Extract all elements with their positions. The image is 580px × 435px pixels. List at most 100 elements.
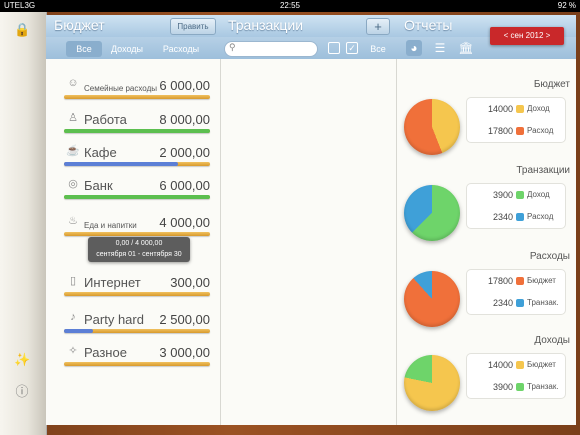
tab-income[interactable]: Доходы	[104, 41, 150, 57]
legend-value: 3900	[492, 382, 513, 392]
list-icon[interactable]: ☰	[432, 40, 448, 56]
cake-icon: ♨	[68, 215, 78, 227]
budget-progress-bar	[64, 292, 210, 296]
budget-progress-bar	[64, 162, 210, 166]
legend-label: Бюджет	[527, 276, 556, 285]
status-bar: UTEL3G 22:55 92 %	[0, 0, 580, 12]
budget-row[interactable]: ♨ Еда и напитки 4 000,00	[64, 210, 210, 240]
legend-value: 14000	[487, 104, 513, 114]
legend-swatch	[516, 361, 524, 369]
tooltip-period: сентября 01 - сентября 30	[96, 251, 182, 258]
transactions-column: Транзакции + ⚲ ✓ Все	[220, 15, 397, 425]
report-legend: 14000 Доход 17800 Расход	[466, 97, 566, 143]
tooltip-amount: 0,00 / 4 000,00	[115, 240, 163, 247]
family-icon: ☺	[67, 77, 79, 89]
period-selector[interactable]: < сен 2012 >	[490, 27, 564, 45]
budget-row[interactable]: ▯ Интернет 300,00	[64, 270, 210, 300]
edit-button[interactable]: Править	[170, 18, 216, 35]
magic-wand-icon[interactable]: ✨	[14, 352, 30, 368]
report-section-title: Бюджет	[533, 79, 570, 90]
budget-item-name: Работа	[84, 112, 127, 127]
legend-value: 3900	[492, 190, 513, 200]
legend-label: Бюджет	[527, 360, 556, 369]
add-transaction-button[interactable]: +	[366, 18, 390, 35]
legend-value: 2340	[492, 298, 513, 308]
budget-item-name: Банк	[84, 178, 113, 193]
budget-item-amount: 6 000,00	[159, 78, 210, 93]
tab-expenses[interactable]: Расходы	[154, 41, 208, 57]
legend-row: 3900 Транзак.	[467, 377, 565, 397]
budget-item-amount: 2 500,00	[159, 312, 210, 327]
tab-all[interactable]: Все	[66, 41, 102, 57]
budget-row[interactable]: ✧ Разное 3 000,00	[64, 340, 210, 370]
legend-value: 17800	[487, 126, 513, 136]
transactions-filter-bar: ⚲ ✓ Все	[220, 37, 396, 59]
legend-row: 3900 Доход	[467, 185, 565, 205]
budget-tooltip: 0,00 / 4 000,00 сентября 01 - сентября 3…	[88, 237, 190, 262]
lock-icon[interactable]: 🔒	[14, 22, 30, 38]
budget-title: Бюджет	[54, 17, 105, 33]
budget-progress-bar	[64, 362, 210, 366]
party-icon: ♪	[70, 311, 76, 323]
legend-row: 17800 Бюджет	[467, 271, 565, 291]
budget-item-amount: 8 000,00	[159, 112, 210, 127]
budget-item-amount: 300,00	[170, 275, 210, 290]
book-spine: 🔒 ✨ ⓘ	[0, 12, 47, 435]
budget-header: Бюджет Править	[46, 15, 220, 37]
budget-progress-bar	[64, 129, 210, 133]
report-pie-chart[interactable]	[404, 99, 460, 155]
report-section-title: Доходы	[534, 335, 570, 346]
legend-swatch	[516, 105, 524, 113]
search-input[interactable]: ⚲	[224, 41, 318, 57]
budget-item-name: Семейные расходы	[84, 84, 157, 93]
budget-item-name: Кафе	[84, 145, 117, 160]
budget-progress-bar	[64, 195, 210, 199]
budget-row[interactable]: ☕ Кафе 2 000,00	[64, 140, 210, 170]
report-pie-chart[interactable]	[404, 271, 460, 327]
battery-label: 92 %	[557, 1, 576, 10]
report-pie-chart[interactable]	[404, 355, 460, 411]
budget-item-name: Интернет	[84, 275, 141, 290]
legend-value: 17800	[487, 276, 513, 286]
budget-column: Бюджет Править Все Доходы Расходы ☺ Семей…	[46, 15, 221, 425]
legend-swatch	[516, 213, 524, 221]
budget-item-name: Еда и напитки	[84, 221, 137, 230]
legend-row: 2340 Расход	[467, 207, 565, 227]
legend-row: 14000 Бюджет	[467, 355, 565, 375]
filter-all-button[interactable]: Все	[366, 41, 390, 57]
coins-icon: ◎	[68, 178, 78, 190]
ledger-page: Бюджет Править Все Доходы Расходы ☺ Семей…	[46, 15, 576, 425]
report-legend: 14000 Бюджет 3900 Транзак.	[466, 353, 566, 399]
budget-row[interactable]: ◎ Банк 6 000,00	[64, 173, 210, 203]
checkbox-checked-icon[interactable]: ✓	[346, 42, 358, 54]
budget-item-amount: 4 000,00	[159, 215, 210, 230]
budget-item-name: Party hard	[84, 312, 144, 327]
budget-progress-bar	[64, 95, 210, 99]
bank-icon[interactable]: 🏛	[458, 40, 474, 56]
legend-label: Транзак.	[527, 382, 559, 391]
reports-column: Отчеты ◕ ☰ 🏛 Бюджет 14000 Доход 17800 Расход…	[396, 15, 576, 425]
legend-swatch	[516, 191, 524, 199]
transactions-title: Транзакции	[228, 17, 304, 33]
legend-swatch	[516, 299, 524, 307]
legend-row: 2340 Транзак.	[467, 293, 565, 313]
report-section-title: Расходы	[529, 251, 570, 262]
budget-item-name: Разное	[84, 345, 127, 360]
reports-title: Отчеты	[404, 17, 453, 33]
budget-row[interactable]: ☺ Семейные расходы 6 000,00	[64, 73, 210, 103]
report-legend: 17800 Бюджет 2340 Транзак.	[466, 269, 566, 315]
wand-icon: ✧	[68, 345, 78, 357]
budget-item-amount: 2 000,00	[159, 145, 210, 160]
info-icon[interactable]: ⓘ	[14, 384, 30, 400]
budget-filter-bar: Все Доходы Расходы	[46, 37, 220, 59]
budget-progress-bar	[64, 329, 210, 333]
legend-value: 14000	[487, 360, 513, 370]
budget-row[interactable]: ♙ Работа 8 000,00	[64, 107, 210, 137]
checkbox-unchecked-icon[interactable]	[328, 42, 340, 54]
legend-value: 2340	[492, 212, 513, 222]
budget-row[interactable]: ♪ Party hard 2 500,00	[64, 307, 210, 337]
budget-progress-bar	[64, 232, 210, 236]
report-pie-chart[interactable]	[404, 185, 460, 241]
pie-chart-icon[interactable]: ◕	[406, 40, 422, 56]
clock: 22:55	[279, 1, 301, 10]
